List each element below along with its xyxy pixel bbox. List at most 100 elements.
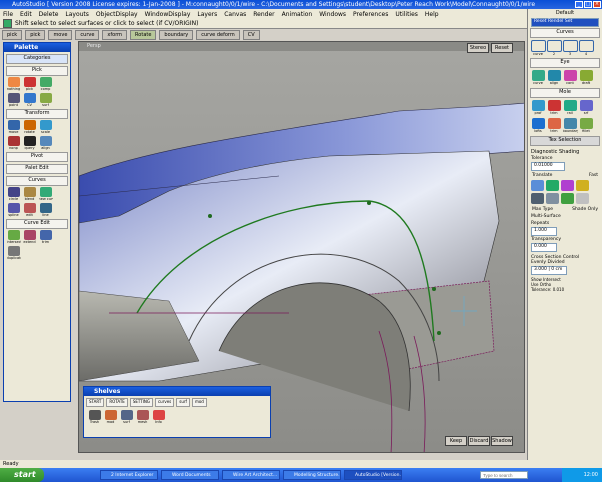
palette-section-curve-edit[interactable]: Curve Edit — [6, 219, 68, 229]
menu-layouts[interactable]: Layouts — [65, 11, 89, 18]
eye-tool[interactable]: align — [547, 70, 561, 86]
cross-section-field[interactable]: 3.000 | 0 cm — [531, 266, 567, 275]
surface-section[interactable]: Mole — [530, 88, 600, 98]
strip-chip[interactable]: pick — [25, 30, 46, 40]
shade-swatch[interactable] — [561, 180, 574, 191]
tool-pick-nothing[interactable]: nothing — [7, 77, 20, 91]
shade-swatch[interactable] — [561, 193, 574, 204]
multi-surface-label[interactable]: Multi-Surface — [528, 214, 602, 219]
surface-tool[interactable]: trim — [547, 100, 561, 116]
shelf-tool-surf[interactable]: surf — [120, 410, 133, 424]
palette-section-palet-edit[interactable]: Palet Edit — [6, 164, 68, 174]
curve-degree-tool[interactable]: 4 — [578, 40, 594, 56]
tool-scale[interactable]: scale — [39, 120, 52, 134]
tool-nonp[interactable]: nonp — [7, 136, 20, 150]
selection-section[interactable]: Tex Selection — [530, 136, 600, 146]
curve-degree-tool[interactable]: 2 — [546, 40, 562, 56]
shelf-tab[interactable]: START — [86, 398, 105, 407]
strip-chip[interactable]: curve deform — [196, 30, 240, 40]
eye-section[interactable]: Eye — [530, 58, 600, 68]
tool-spline[interactable]: spline — [7, 203, 20, 217]
palette-categories[interactable]: Categories — [6, 54, 68, 64]
tool-circle[interactable]: circle — [7, 187, 20, 201]
palette-section-transform[interactable]: Transform — [6, 109, 68, 119]
tool-edit[interactable]: edit — [23, 203, 36, 217]
transparency-field[interactable]: 0.000 — [531, 243, 557, 252]
strip-chip-active[interactable]: Rotate — [130, 30, 157, 40]
strip-chip[interactable]: CV — [242, 30, 260, 40]
surface-tool[interactable]: srf — [579, 100, 593, 116]
menu-objectdisplay[interactable]: ObjectDisplay — [96, 11, 138, 18]
shelf-tab[interactable]: surf — [176, 398, 190, 407]
task-wire-architect[interactable]: Wire Art Architect... — [222, 470, 280, 480]
palette-title-bar[interactable]: Palette — [4, 43, 70, 52]
curves-section[interactable]: Curves — [530, 28, 600, 38]
menu-preferences[interactable]: Preferences — [353, 11, 388, 18]
task-word-documents[interactable]: Word Documents — [161, 470, 219, 480]
menu-animation[interactable]: Animation — [282, 11, 313, 18]
menu-canvas[interactable]: Canvas — [224, 11, 246, 18]
shadow-button[interactable]: Shadow — [491, 436, 513, 446]
shade-swatch[interactable] — [546, 180, 559, 191]
strip-chip[interactable]: boundary — [159, 30, 194, 40]
menu-windows[interactable]: Windows — [319, 11, 346, 18]
shelf-tool-mesh[interactable]: mesh — [136, 410, 149, 424]
tolerance-field[interactable]: 0.01000 — [531, 162, 565, 171]
shade-swatch[interactable] — [531, 180, 544, 191]
strip-chip[interactable]: curve — [75, 30, 100, 40]
palette-section-pick[interactable]: Pick — [6, 66, 68, 76]
tool-duplicate[interactable]: duplicate — [7, 246, 21, 260]
tool-intersect[interactable]: intersect — [7, 230, 21, 244]
surface-tool[interactable]: rail — [563, 100, 577, 116]
shelf-tool-mod[interactable]: mod — [104, 410, 117, 424]
tool-pick-point[interactable]: point — [7, 93, 20, 107]
task-autostudio[interactable]: AutoStudio [Version... — [344, 470, 402, 480]
minimize-button[interactable]: _ — [575, 1, 583, 8]
shelf-tool-trash[interactable]: Trash — [88, 410, 101, 424]
task-internet-explorer[interactable]: 2 Internet Explorer — [100, 470, 158, 480]
tool-line[interactable]: line — [39, 203, 52, 217]
surface-tool[interactable]: trim — [547, 118, 561, 134]
maximize-button[interactable]: □ — [584, 1, 592, 8]
keep-button[interactable]: Keep — [445, 436, 467, 446]
repeats-field[interactable]: 1.000 — [531, 227, 557, 236]
palette-section-pivot[interactable]: Pivot — [6, 152, 68, 162]
shelf-tab[interactable]: SETTING — [129, 398, 153, 407]
surface-tool[interactable]: prof — [531, 100, 545, 116]
shelf-tab[interactable]: mod — [191, 398, 207, 407]
eye-tool[interactable]: curve — [531, 70, 545, 86]
tool-query[interactable]: query — [23, 136, 36, 150]
strip-chip[interactable]: move — [48, 30, 73, 40]
shelves-title-bar[interactable]: Shelves — [84, 387, 270, 396]
shelf-tab[interactable]: ROTATE — [106, 398, 128, 407]
tool-move[interactable]: move — [7, 120, 20, 134]
tool-extend[interactable]: extend — [23, 230, 36, 244]
surface-tool[interactable]: fillet — [579, 118, 593, 134]
shelf-set-field[interactable]: Reset Rendel Set — [531, 18, 599, 27]
tool-rotate[interactable]: rotate — [23, 120, 36, 134]
tool-pick-comp[interactable]: comp — [39, 77, 52, 91]
max-type-value[interactable]: Shade Only — [572, 207, 598, 212]
close-button[interactable]: × — [593, 1, 601, 8]
curve-degree-tool[interactable]: 3 — [562, 40, 578, 56]
cross-section-mode[interactable]: Evenly Divided — [528, 260, 602, 265]
eye-tool[interactable]: cont — [563, 70, 577, 86]
menu-edit[interactable]: Edit — [20, 11, 32, 18]
menu-delete[interactable]: Delete — [39, 11, 59, 18]
start-button[interactable]: start — [0, 468, 44, 482]
menu-file[interactable]: File — [3, 11, 13, 18]
surface-tool[interactable]: lofts — [531, 118, 545, 134]
menu-help[interactable]: Help — [425, 11, 439, 18]
surface-tool[interactable]: boundary — [563, 118, 578, 134]
taskbar-search-input[interactable] — [480, 471, 528, 479]
shade-swatch[interactable] — [546, 193, 559, 204]
tool-align[interactable]: align — [39, 136, 52, 150]
curve-degree-tool[interactable]: curve — [530, 40, 546, 56]
menu-render[interactable]: Render — [253, 11, 274, 18]
strip-chip[interactable]: pick — [2, 30, 23, 40]
menu-windowdisplay[interactable]: WindowDisplay — [145, 11, 191, 18]
tool-pick-object[interactable]: pick — [23, 77, 36, 91]
menu-utilities[interactable]: Utilities — [395, 11, 418, 18]
tool-trim[interactable]: trim — [39, 230, 52, 244]
strip-chip[interactable]: xform — [102, 30, 128, 40]
